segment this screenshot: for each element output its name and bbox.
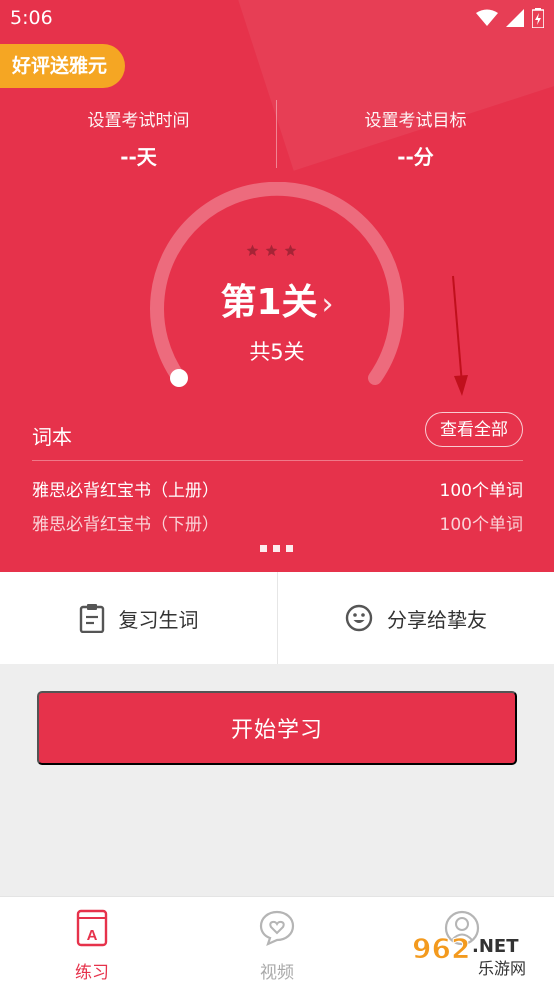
action-bar: 复习生词 分享给挚友 [0,572,554,664]
exam-goal-label: 设置考试目标 [364,111,467,131]
dot [273,545,280,552]
clipboard-icon [79,604,104,633]
smiley-icon [345,604,373,632]
wordbook-divider [32,460,523,461]
gauge-progress-knob [170,369,188,387]
level-stars [246,244,297,257]
battery-icon [532,8,544,28]
more-dots[interactable] [260,545,293,552]
annotation-arrow-icon [452,275,468,396]
watermark-text-3: 乐游网 [478,959,526,978]
wordbook-title: 词本 [32,425,72,449]
start-learning-button[interactable]: 开始学习 [37,691,517,765]
status-time: 5:06 [10,7,53,29]
status-icons [476,8,544,28]
wordbook-item[interactable]: 雅思必背红宝书（上册） 100个单词 [32,476,523,501]
chevron-right-icon: › [321,287,334,322]
exam-goal-setting[interactable]: 设置考试目标 --分 [277,106,554,170]
watermark-text-1: 962 [412,932,470,965]
share-friend-label: 分享给挚友 [387,607,487,632]
exam-time-setting[interactable]: 设置考试时间 --天 [0,106,277,170]
tab-video-label: 视频 [260,963,294,983]
hero-panel: 5:06 好评送雅元 设置考试时间 --天 设置考试目标 --分 第1关 › 共5… [0,0,554,572]
exam-time-label: 设置考试时间 [87,111,190,131]
star-icon [284,244,297,257]
wordbook-count: 100个单词 [439,515,523,535]
heart-chat-icon [259,910,295,947]
site-watermark: 962 .NET 乐游网 [412,932,527,979]
wordbook-count: 100个单词 [439,481,523,501]
svg-text:A: A [87,927,98,944]
book-a-icon: A [76,909,108,947]
review-words-label: 复习生词 [118,607,199,632]
wifi-icon [476,9,498,26]
star-icon [246,244,259,257]
tab-practice-label: 练习 [75,963,109,983]
watermark-text-2: .NET [472,936,519,957]
tab-video[interactable]: 视频 [227,909,327,983]
promo-badge[interactable]: 好评送雅元 [0,44,126,88]
status-bar: 5:06 [0,0,554,38]
review-words-button[interactable]: 复习生词 [0,572,277,664]
star-icon [265,244,278,257]
signal-icon [506,9,524,27]
exam-time-value: --天 [120,145,157,169]
wordbook-item[interactable]: 雅思必背红宝书（下册） 100个单词 [32,510,523,535]
level-label: 第1关 [220,282,318,323]
exam-goal-value: --分 [397,145,434,169]
view-all-button[interactable]: 查看全部 [425,412,523,447]
wordbook-name: 雅思必背红宝书（上册） [32,481,219,501]
dot [286,545,293,552]
dot [260,545,267,552]
share-friend-button[interactable]: 分享给挚友 [277,572,554,664]
tab-practice[interactable]: A 练习 [42,909,142,983]
wordbook-name: 雅思必背红宝书（下册） [32,515,219,535]
